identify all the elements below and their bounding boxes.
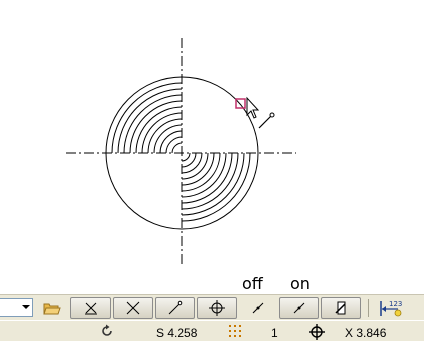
scale-readout: S 4.258 (156, 326, 198, 340)
snap-toolbar: 123 (0, 294, 424, 321)
dimension-123-icon: 123 (380, 300, 402, 317)
x-coordinate-readout: X 3.846 (345, 326, 387, 340)
svg-text:123: 123 (389, 300, 402, 308)
drawing-canvas[interactable] (0, 0, 424, 292)
mouse-cursor-icon (246, 96, 260, 119)
snap-line-off-button[interactable] (244, 297, 272, 319)
snap-edit-button[interactable] (321, 297, 361, 319)
grid-dots-icon[interactable] (228, 324, 244, 343)
grid-value: 1 (271, 326, 278, 340)
line-snap-on-icon (293, 302, 305, 314)
arcs-bottom-right (181, 152, 251, 222)
snap-intersection-button[interactable] (113, 297, 153, 319)
chevron-down-icon[interactable] (22, 305, 30, 309)
drawing-svg (66, 38, 296, 265)
center-snap-icon (209, 300, 225, 316)
refresh-icon[interactable] (100, 324, 114, 343)
intersection-snap-icon (126, 301, 140, 315)
line-snap-off-icon (252, 302, 264, 314)
annotation-on: on (290, 274, 310, 293)
dimension-123-button[interactable]: 123 (375, 297, 407, 319)
folder-icon (43, 303, 61, 315)
perpendicular-snap-icon (84, 302, 97, 315)
snap-line-on-button[interactable] (279, 297, 319, 319)
snap-perpendicular-button[interactable] (70, 297, 111, 319)
endpoint-snap-icon (168, 300, 183, 315)
crosshair-icon[interactable] (309, 324, 325, 345)
toolbar-separator (368, 299, 369, 317)
folder-open-button[interactable] (43, 300, 61, 316)
endpoint-snap-cursor-icon (258, 112, 275, 129)
edit-snap-icon (335, 301, 346, 315)
annotation-off: off (242, 274, 263, 293)
arcs-top-left (111, 82, 183, 154)
status-bar: S 4.258 1 X 3.846 (0, 320, 424, 341)
layer-combobox[interactable] (0, 298, 33, 317)
snap-center-button[interactable] (197, 297, 237, 319)
snap-endpoint-button[interactable] (155, 297, 195, 319)
